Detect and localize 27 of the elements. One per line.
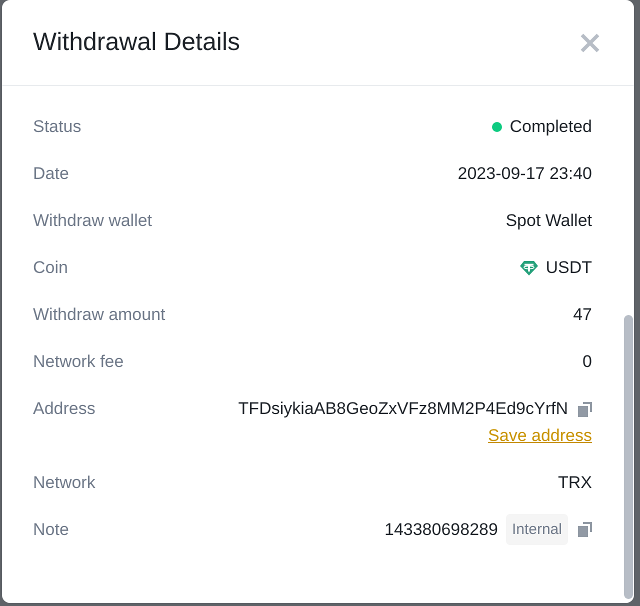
detail-label: Date	[33, 163, 69, 185]
coin-gem-icon	[520, 260, 538, 276]
close-icon	[579, 32, 601, 54]
detail-label: Note	[33, 519, 69, 541]
detail-label: Status	[33, 116, 82, 138]
detail-label: Withdraw amount	[33, 304, 166, 326]
detail-label: Withdraw wallet	[33, 210, 152, 232]
detail-label: Network fee	[33, 351, 124, 373]
close-button[interactable]	[579, 32, 601, 54]
save-address-link[interactable]: Save address	[488, 424, 592, 448]
detail-value: 0	[582, 351, 592, 373]
coin-value: USDT	[546, 257, 592, 279]
address-value: TFDsiykiaAB8GeoZxVFz8MM2P4Ed9cYrfN	[238, 398, 568, 420]
scrollbar-thumb[interactable]	[624, 315, 633, 599]
internal-tag: Internal	[506, 514, 568, 545]
status-value: Completed	[510, 116, 592, 138]
copy-icon[interactable]	[578, 522, 592, 537]
dialog-title: Withdrawal Details	[33, 28, 240, 57]
detail-label: Network	[33, 472, 96, 494]
detail-value: 47	[573, 304, 592, 326]
detail-label: Coin	[33, 257, 68, 279]
detail-value: 2023-09-17 23:40	[458, 163, 592, 185]
detail-label: Address	[33, 398, 96, 420]
copy-icon[interactable]	[578, 402, 592, 416]
detail-value: Spot Wallet	[506, 210, 592, 232]
detail-value: TRX	[558, 472, 592, 494]
note-value: 143380698289	[384, 518, 498, 540]
